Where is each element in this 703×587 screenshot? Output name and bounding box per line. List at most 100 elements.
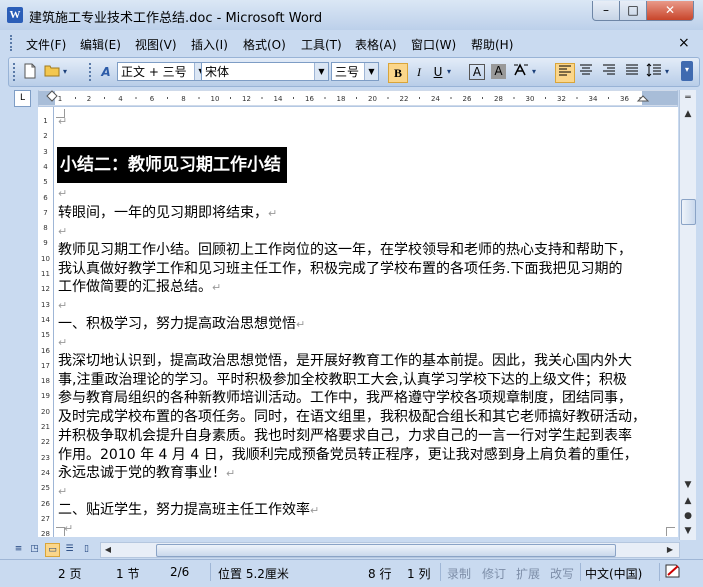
style-select-value: 正文 + 三号 xyxy=(121,65,187,79)
menu-tools[interactable]: 工具(T) xyxy=(301,36,342,53)
title-bar[interactable]: W 建筑施工专业技术工作总结.doc - Microsoft Word – □ … xyxy=(0,0,703,30)
menu-insert[interactable]: 插入(I) xyxy=(191,36,228,53)
section-text: 二、贴近学生，努力提高班主任工作效率 xyxy=(58,502,310,518)
vertical-ruler-tick: 4 xyxy=(43,162,48,171)
scaling-dropdown-icon[interactable]: ▾ xyxy=(530,63,538,81)
scroll-up-icon[interactable]: ▲ xyxy=(681,107,695,121)
toolbar-overflow-icon[interactable]: ▾ xyxy=(681,61,693,81)
print-layout-view-icon[interactable]: ▭ xyxy=(45,543,60,557)
horizontal-scrollbar[interactable]: ◀ ▶ xyxy=(100,542,680,558)
font-select[interactable]: 宋体 ▼ xyxy=(201,62,329,81)
line-spacing-icon[interactable] xyxy=(645,63,663,81)
character-border-button[interactable]: A xyxy=(469,64,485,80)
align-left-button[interactable] xyxy=(555,63,575,83)
menu-file[interactable]: 文件(F) xyxy=(26,36,66,53)
ruler-tick-mark xyxy=(167,97,168,99)
open-folder-icon[interactable] xyxy=(43,63,61,81)
font-size-select[interactable]: 三号 ▼ xyxy=(331,62,379,81)
font-size-value: 三号 xyxy=(335,65,360,79)
ruler-tick-mark xyxy=(104,97,105,99)
line-spacing-dropdown-icon[interactable]: ▾ xyxy=(663,63,671,81)
vertical-ruler-tick: 8 xyxy=(43,224,48,233)
scroll-left-icon[interactable]: ◀ xyxy=(101,543,115,557)
new-document-icon[interactable] xyxy=(21,63,39,81)
scroll-right-icon[interactable]: ▶ xyxy=(663,543,677,557)
paragraph-line: 并积极争取机会提升自身素质。我也时刻严格要求自己，力求自己的一言一行对学生起到表… xyxy=(58,427,632,444)
underline-dropdown-icon[interactable]: ▾ xyxy=(445,63,453,81)
margin-corner-bottom-right xyxy=(666,527,675,536)
spelling-grammar-status-icon[interactable] xyxy=(664,563,682,582)
character-shading-button[interactable]: A xyxy=(491,64,506,79)
web-layout-view-icon[interactable]: ◳ xyxy=(28,543,41,555)
align-right-button[interactable] xyxy=(600,63,618,81)
vertical-scrollbar[interactable]: ═ ▲ ▼ ▲ ● ▼ xyxy=(679,90,696,540)
normal-view-icon[interactable]: ≡ xyxy=(12,543,25,555)
menubar-grip-icon[interactable] xyxy=(10,35,15,51)
vertical-ruler-tick: 22 xyxy=(41,438,50,447)
align-center-button[interactable] xyxy=(577,63,595,81)
style-select[interactable]: 正文 + 三号 ▼ xyxy=(117,62,209,81)
section-1-title[interactable]: 一、积极学习，努力提高政治思想觉悟↵ xyxy=(58,315,305,335)
minimize-button[interactable]: – xyxy=(592,1,620,21)
justify-button[interactable] xyxy=(623,63,641,81)
paragraph-intro[interactable]: 转眼间，一年的见习期即将结束，↵ xyxy=(58,204,277,224)
toolbar-grip-icon[interactable] xyxy=(13,63,18,81)
next-page-icon[interactable]: ▼ xyxy=(681,524,695,538)
horizontal-scroll-thumb[interactable] xyxy=(156,544,616,557)
toolbar-grip2-icon[interactable] xyxy=(89,63,94,81)
vertical-scroll-thumb[interactable] xyxy=(681,199,696,225)
menu-table[interactable]: 表格(A) xyxy=(355,36,397,53)
paragraph-line: 工作做简要的汇报总结。↵ xyxy=(58,279,222,296)
ruler-tick-label: 36 xyxy=(620,95,629,103)
ruler-tick-label: 8 xyxy=(181,95,185,103)
document-page[interactable]: ↵ 小结二：教师见习期工作小结 ↵ 转眼间，一年的见习期即将结束，↵ ↵ 教师见… xyxy=(54,107,678,537)
close-button[interactable]: ✕ xyxy=(646,1,694,21)
paragraph-line: 我深切地认识到，提高政治思想觉悟，是开展好教育工作的基本前提。因此，我关心国内外… xyxy=(58,353,632,369)
font-dropdown-icon[interactable]: ▼ xyxy=(314,63,328,80)
ruler-tick-label: 2 xyxy=(87,95,91,103)
toolbar-options-icon[interactable]: ▾ xyxy=(61,63,69,81)
paragraph-politics[interactable]: 我深切地认识到，提高政治思想觉悟，是开展好教育工作的基本前提。因此，我关心国内外… xyxy=(58,352,646,484)
paragraph-line: 我认真做好教学工作和见习班主任工作，积极完成了学校布置的各项任务.下面我把见习期… xyxy=(58,260,623,277)
scroll-down-icon[interactable]: ▼ xyxy=(681,478,695,492)
select-browse-object-icon[interactable]: ● xyxy=(681,509,695,523)
ruler-tick-mark xyxy=(324,97,326,99)
menu-help[interactable]: 帮助(H) xyxy=(471,36,513,53)
menu-window[interactable]: 窗口(W) xyxy=(411,36,456,53)
status-language[interactable]: 中文(中国) xyxy=(585,565,642,582)
outline-view-icon[interactable]: ☰ xyxy=(63,543,76,555)
tab-selector-icon[interactable]: L xyxy=(14,90,31,107)
ruler-tick-mark xyxy=(261,97,263,99)
section-heading[interactable]: 小结二：教师见习期工作小结 xyxy=(57,147,287,183)
ruler-tick-label: 4 xyxy=(118,95,123,103)
paragraph-summary[interactable]: 教师见习期工作小结。回顾初上工作岗位的这一年，在学校领导和老师的热心支持和帮助下… xyxy=(58,241,632,298)
window-title: 建筑施工专业技术工作总结.doc - Microsoft Word xyxy=(29,11,323,26)
status-track-changes[interactable]: 修订 xyxy=(482,565,506,582)
font-size-dropdown-icon[interactable]: ▼ xyxy=(364,63,378,80)
paragraph-line: 永远忠诚于党的教育事业！↵ xyxy=(58,465,236,482)
menu-edit[interactable]: 编辑(E) xyxy=(80,36,121,53)
menu-format[interactable]: 格式(O) xyxy=(243,36,286,53)
word-app-icon[interactable]: W xyxy=(7,7,23,23)
previous-page-icon[interactable]: ▲ xyxy=(681,494,695,508)
ruler-tick-label: 12 xyxy=(242,95,251,103)
menu-view[interactable]: 视图(V) xyxy=(135,36,177,53)
bold-button[interactable]: B xyxy=(388,63,408,83)
status-section: 1 节 xyxy=(116,567,140,581)
italic-button[interactable]: I xyxy=(410,63,428,81)
reading-layout-view-icon[interactable]: ▯ xyxy=(80,543,93,555)
styles-formatting-icon[interactable]: A xyxy=(97,63,115,81)
status-extend[interactable]: 扩展 xyxy=(516,565,540,582)
status-overtype[interactable]: 改写 xyxy=(550,565,574,582)
paragraph-line: 参与教育局组织的各种新教师培训活动。工作中，我严格遵守学校各项规章制度，团结同事… xyxy=(58,390,632,407)
status-record[interactable]: 录制 xyxy=(447,565,471,582)
split-box-icon[interactable]: ═ xyxy=(681,91,695,105)
horizontal-ruler[interactable]: 1 2 4 6 8 10 12 14 16 18 20 22 24 26 28 30 32 34 36 xyxy=(38,90,678,107)
vertical-ruler[interactable]: 1 2 3 4 5 6 7 8 9 10 11 12 13 14 15 16 17 18 19 20 21 22 23 24 2… xyxy=(38,107,54,537)
document-close-icon[interactable]: × xyxy=(678,35,690,51)
maximize-button[interactable]: □ xyxy=(619,1,647,21)
section-2-title[interactable]: 二、贴近学生，努力提高班主任工作效率↵ xyxy=(58,501,319,521)
vertical-ruler-tick: 13 xyxy=(41,300,50,309)
character-scaling-icon[interactable] xyxy=(512,63,530,81)
section-text: 一、积极学习，努力提高政治思想觉悟 xyxy=(58,316,296,332)
